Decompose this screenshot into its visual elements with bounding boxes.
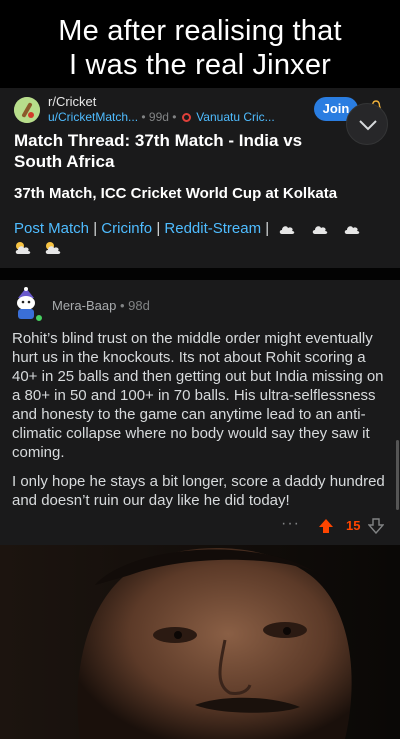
meme-caption: Me after realising that I was the real J… — [0, 0, 400, 88]
reaction-photo — [0, 545, 400, 739]
link-separator: | — [93, 220, 98, 237]
post-age: 99d — [148, 110, 169, 124]
cloud-icon — [280, 225, 295, 234]
meta-bullet: • — [172, 110, 177, 124]
collapse-button[interactable] — [346, 103, 388, 145]
meta-bullet: • — [119, 298, 125, 313]
chevron-down-icon — [359, 120, 377, 131]
more-options-button[interactable]: ··· — [281, 515, 300, 533]
comment-paragraph: I only hope he stays a bit longer, score… — [12, 473, 385, 509]
link-separator: | — [156, 220, 161, 237]
online-status-dot — [34, 313, 44, 323]
post-links-row2 — [14, 241, 62, 260]
post-meta: u/CricketMatch... • 99d • Vanuatu Cric..… — [48, 110, 275, 124]
sun-cloud-icon — [15, 242, 31, 254]
link-reddit-stream[interactable]: Reddit-Stream — [164, 220, 261, 237]
divider — [0, 268, 400, 280]
user-flair: Vanuatu Cric... — [196, 110, 275, 124]
comment-meta: Mera-Baap • 98d — [52, 298, 150, 313]
vote-score: 15 — [346, 518, 361, 533]
sun-cloud-icon — [46, 242, 61, 254]
post-links: Post Match | Cricinfo | Reddit-Stream | — [14, 218, 366, 240]
comment-age: 98d — [128, 298, 150, 313]
meta-bullet: • — [141, 110, 146, 124]
subreddit-name[interactable]: r/Cricket — [48, 94, 96, 109]
link-post-match[interactable]: Post Match — [14, 220, 89, 237]
comment-actions: ··· 15 — [0, 515, 400, 537]
post-author[interactable]: u/CricketMatch... — [48, 110, 138, 124]
scrollbar[interactable] — [396, 440, 399, 510]
subreddit-avatar[interactable] — [14, 97, 40, 123]
caption-line-2: I was the real Jinxer — [68, 49, 332, 81]
flair-icon — [181, 113, 191, 122]
post-subtitle: 37th Match, ICC Cricket World Cup at Kol… — [14, 185, 338, 202]
post-title[interactable]: Match Thread: 37th Match - India vs Sout… — [14, 130, 334, 172]
link-cricinfo[interactable]: Cricinfo — [101, 220, 152, 237]
comment-body: Rohit’s blind trust on the middle order … — [12, 329, 390, 520]
upvote-icon[interactable] — [318, 518, 334, 534]
comment-author[interactable]: Mera-Baap — [52, 298, 116, 313]
link-separator: | — [265, 220, 270, 237]
caption-line-1: Me after realising that — [58, 15, 342, 47]
cloud-icon — [312, 225, 327, 234]
post-card[interactable]: r/Cricket u/CricketMatch... • 99d • Vanu… — [0, 88, 400, 268]
cloud-icon — [344, 225, 359, 234]
downvote-icon[interactable] — [368, 518, 384, 534]
comment[interactable]: Mera-Baap • 98d Rohit’s blind trust on t… — [0, 280, 400, 545]
comment-paragraph: Rohit’s blind trust on the middle order … — [12, 330, 384, 461]
